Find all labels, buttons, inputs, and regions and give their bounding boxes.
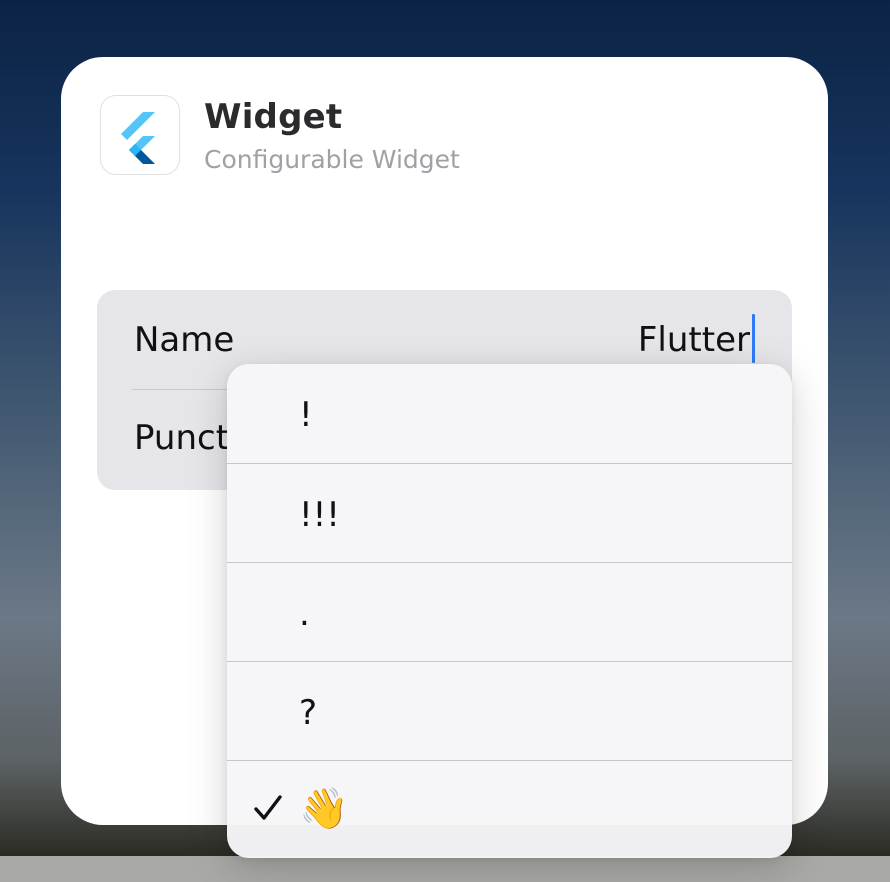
checkmark-icon: [254, 795, 282, 820]
punctuation-field-label[interactable]: Punct: [134, 418, 229, 458]
background-bottom-strip: [0, 856, 890, 882]
menu-item-question[interactable]: ?: [227, 661, 792, 760]
menu-item-exclamation[interactable]: !: [227, 364, 792, 463]
menu-item-label: 👋: [299, 786, 349, 832]
menu-item-label: ?: [299, 693, 318, 733]
punctuation-dropdown-menu: ! !!! . ? 👋: [227, 364, 792, 858]
text-cursor: [752, 314, 755, 363]
menu-item-period[interactable]: .: [227, 562, 792, 661]
app-icon: [100, 95, 180, 175]
menu-item-label: .: [299, 594, 310, 634]
menu-item-triple-exclamation[interactable]: !!!: [227, 463, 792, 562]
menu-item-label: !!!: [299, 495, 340, 535]
app-subtitle: Configurable Widget: [204, 145, 460, 174]
menu-item-wave[interactable]: 👋: [227, 760, 792, 858]
app-title: Widget: [204, 97, 343, 137]
menu-item-label: !: [299, 395, 313, 435]
name-field-label: Name: [134, 320, 235, 360]
flutter-logo-icon: [121, 112, 155, 164]
name-field-input[interactable]: Flutter: [638, 320, 750, 360]
